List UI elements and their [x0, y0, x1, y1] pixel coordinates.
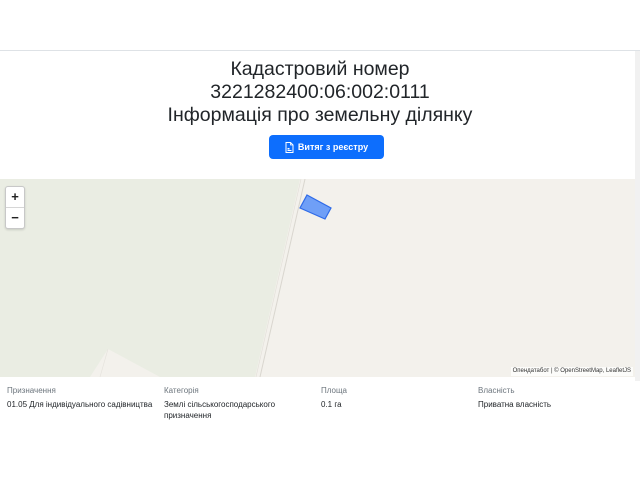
attribution-separator: | ©	[549, 368, 561, 374]
detail-purpose: Призначення 01.05 Для індивідуального са…	[7, 385, 157, 410]
page-header: Кадастровий номер 3221282400:06:002:0111…	[0, 58, 640, 127]
map-tiles	[0, 179, 635, 377]
map-view[interactable]	[0, 179, 635, 377]
extract-button[interactable]: Витяг з реєстру	[269, 135, 384, 159]
zoom-out-button[interactable]: −	[6, 208, 24, 228]
detail-label: Власність	[478, 386, 515, 395]
detail-value: Землі сільськогосподарського призначення	[164, 400, 276, 420]
detail-value: Приватна власність	[478, 400, 552, 409]
detail-category: Категорія Землі сільськогосподарського п…	[164, 385, 314, 421]
top-navbar	[0, 0, 640, 51]
detail-label: Призначення	[7, 386, 56, 395]
detail-label: Категорія	[164, 386, 199, 395]
scrollbar[interactable]	[635, 51, 640, 381]
document-icon	[285, 141, 294, 153]
extract-button-label: Витяг з реєстру	[297, 142, 369, 152]
zoom-control: + −	[5, 186, 25, 229]
page-title: Кадастровий номер	[230, 58, 410, 80]
cadastral-number: 3221282400:06:002:0111	[210, 81, 430, 103]
detail-ownership: Власність Приватна власність	[478, 385, 628, 410]
detail-area: Площа 0.1 га	[321, 385, 471, 410]
attribution-leaflet-link[interactable]: LeafletJS	[606, 368, 631, 374]
map-attribution: Опендатабот | © OpenStreetMap, LeafletJS	[510, 367, 633, 376]
page-subtitle: Інформація про земельну ділянку	[167, 104, 473, 126]
zoom-in-button[interactable]: +	[6, 187, 24, 208]
detail-value: 0.1 га	[321, 400, 342, 409]
detail-label: Площа	[321, 386, 347, 395]
detail-value: 01.05 Для індивідуального садівництва	[7, 400, 153, 409]
attribution-osm-link[interactable]: OpenStreetMap	[560, 368, 602, 374]
attribution-prefix: Опендатабот	[512, 368, 550, 374]
